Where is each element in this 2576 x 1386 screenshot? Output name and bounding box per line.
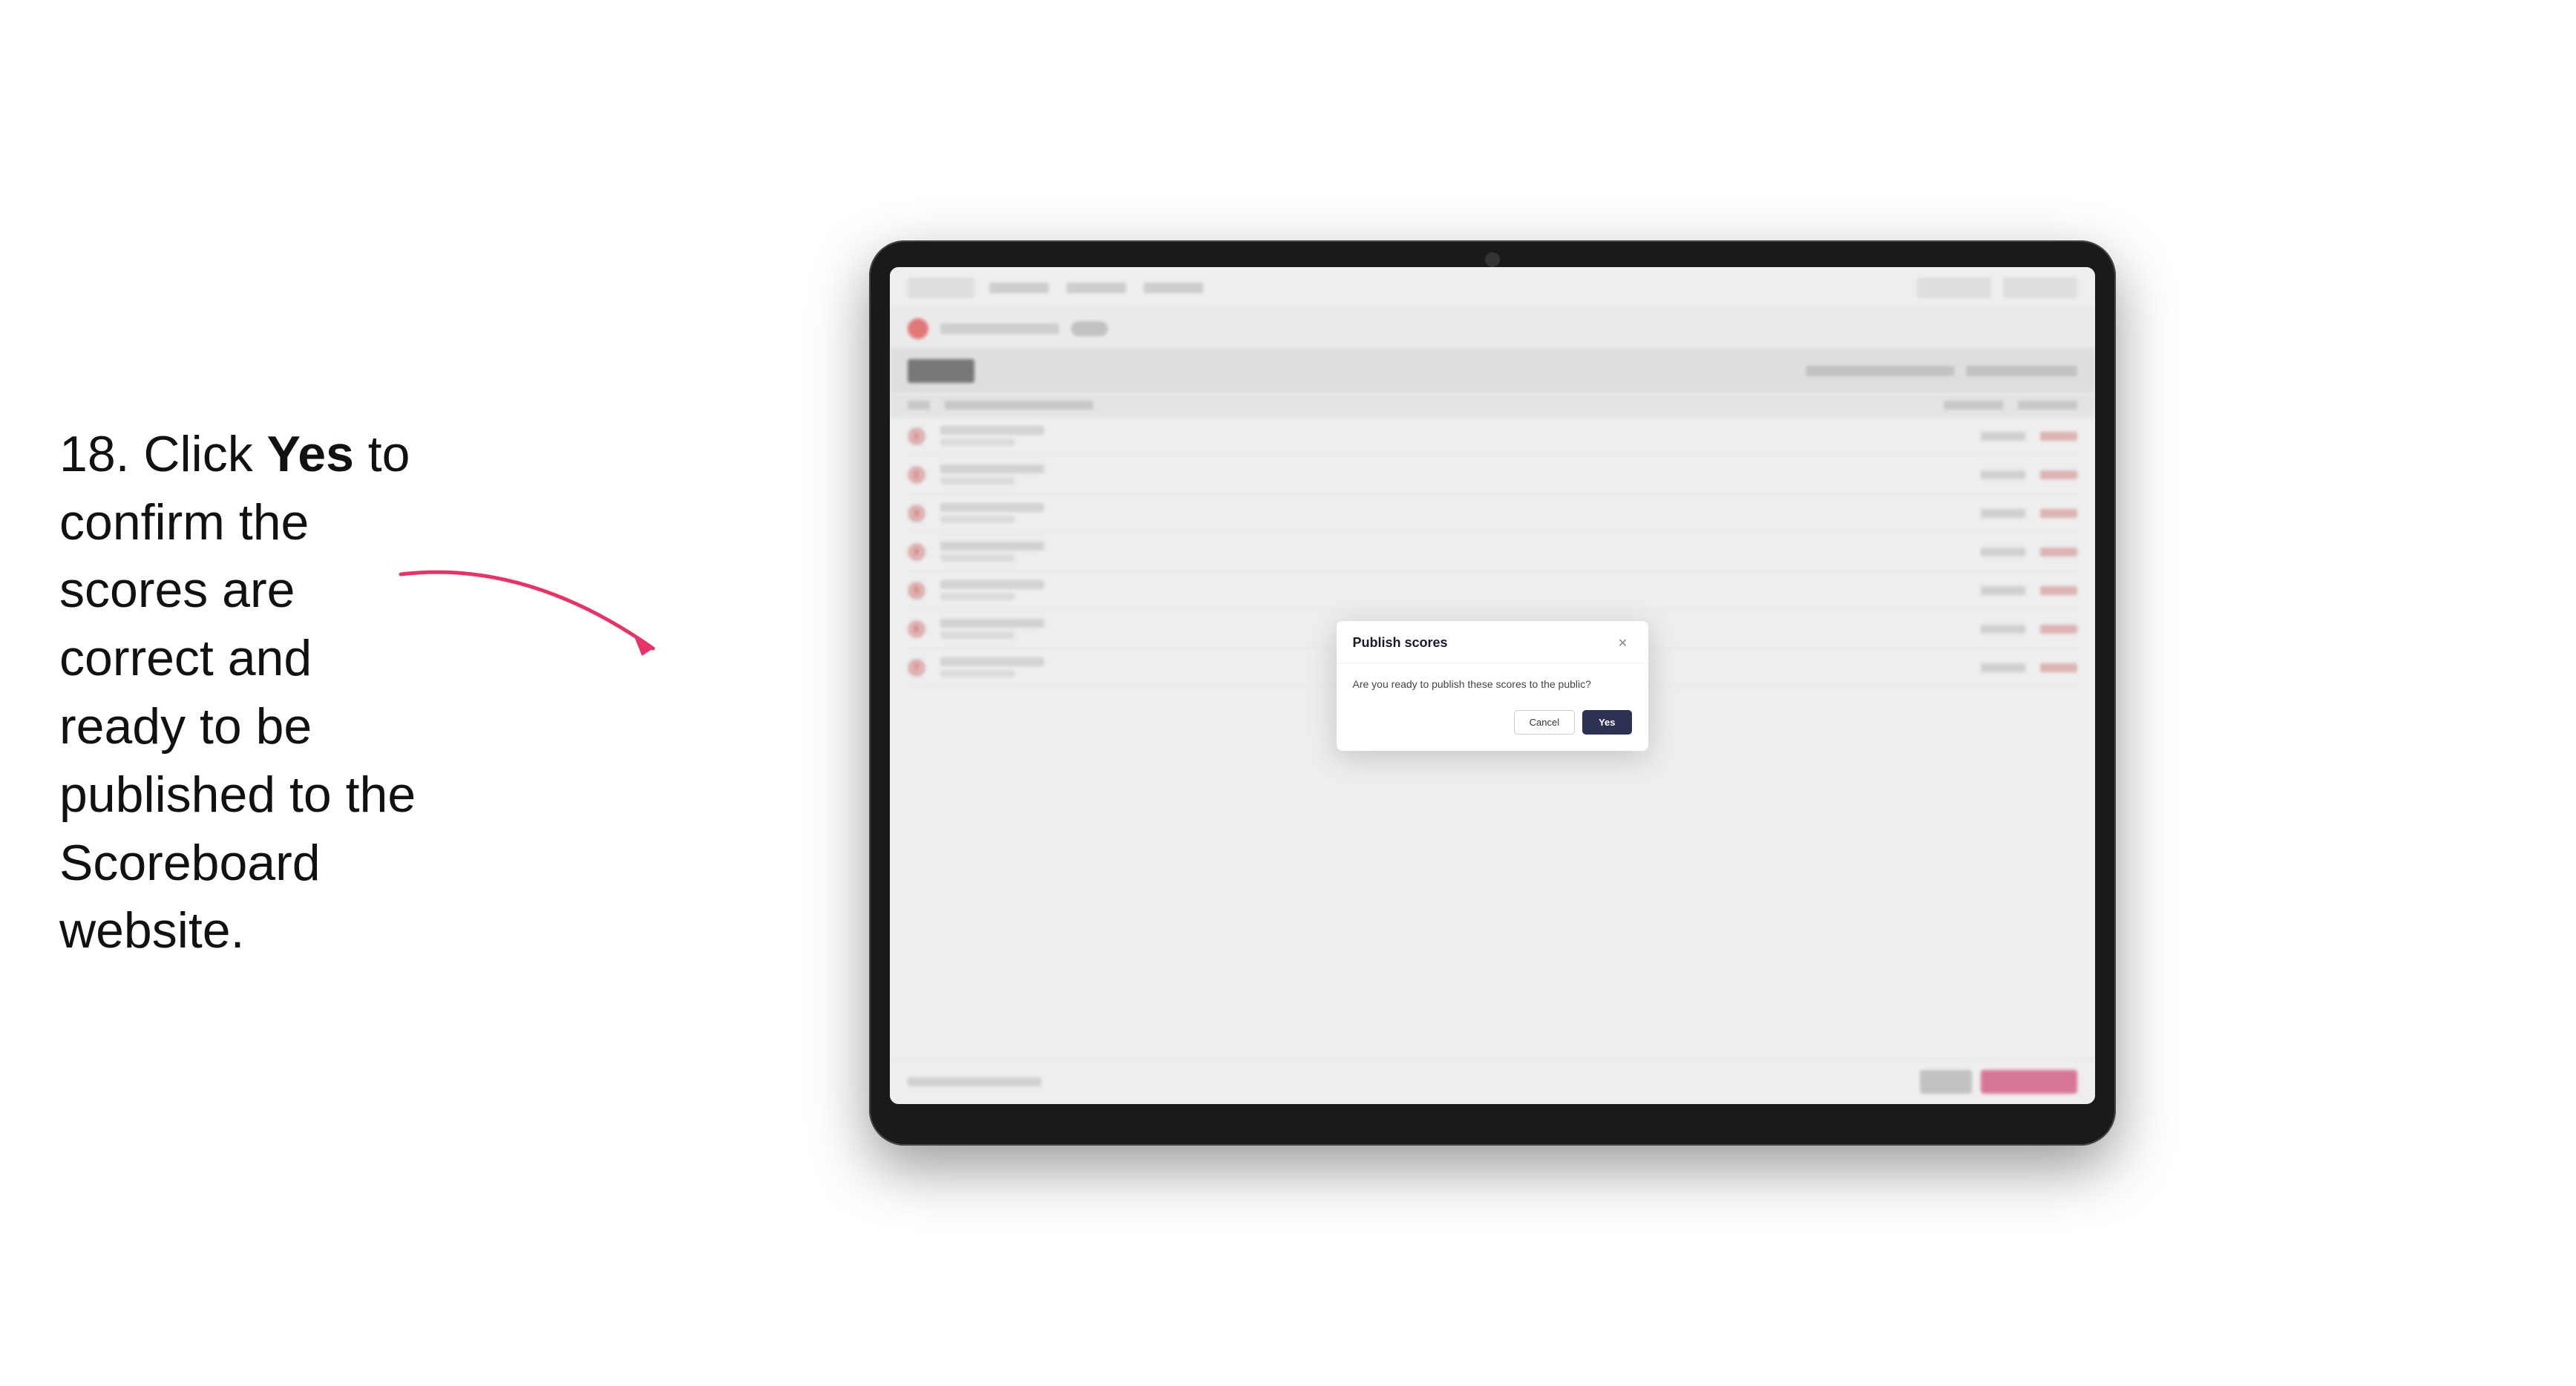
instruction-bold-word: Yes bbox=[267, 426, 354, 482]
tablet-screen: 1 2 bbox=[890, 267, 2095, 1104]
app-ui: 1 2 bbox=[890, 267, 2095, 1104]
modal-header: Publish scores ✕ bbox=[1337, 621, 1648, 663]
cancel-button[interactable]: Cancel bbox=[1514, 710, 1575, 735]
instruction-block: 18. Click Yes to confirm the scores are … bbox=[59, 421, 468, 965]
publish-scores-modal: Publish scores ✕ Are you ready to publis… bbox=[1337, 621, 1648, 751]
step-number: 18. bbox=[59, 426, 130, 482]
instruction-text-after-bold: to confirm the scores are correct and re… bbox=[59, 426, 416, 959]
tablet-device-wrapper: 1 2 bbox=[468, 240, 2517, 1146]
modal-title: Publish scores bbox=[1353, 635, 1448, 651]
tablet: 1 2 bbox=[869, 240, 2116, 1146]
modal-close-button[interactable]: ✕ bbox=[1614, 634, 1632, 652]
modal-body: Are you ready to publish these scores to… bbox=[1337, 663, 1648, 751]
instruction-text-before-bold: Click bbox=[130, 426, 267, 482]
modal-overlay: Publish scores ✕ Are you ready to publis… bbox=[890, 267, 2095, 1104]
modal-actions: Cancel Yes bbox=[1353, 710, 1632, 735]
modal-message: Are you ready to publish these scores to… bbox=[1353, 677, 1632, 692]
yes-button[interactable]: Yes bbox=[1582, 710, 1631, 735]
